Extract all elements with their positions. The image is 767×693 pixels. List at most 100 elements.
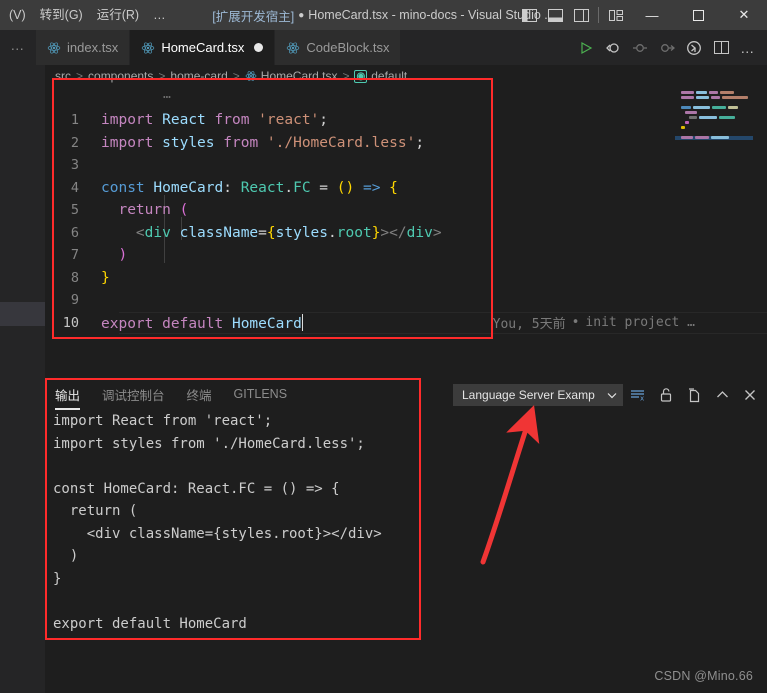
chevron-down-icon[interactable]: [607, 388, 617, 402]
breadcrumb-symbol[interactable]: default: [371, 69, 407, 83]
code-line[interactable]: 1 import React from 'react';: [45, 109, 767, 132]
maximize-panel-icon[interactable]: [709, 383, 735, 407]
titlebar-controls: — ✕: [516, 0, 767, 30]
line-text: <div className={styles.root}></div>: [135, 224, 442, 241]
code-line[interactable]: 6 <div className={styles.root}></div>: [45, 222, 767, 245]
code-line[interactable]: 3: [45, 154, 767, 177]
side-strip-highlight[interactable]: [0, 302, 45, 326]
panel-tab-gitlens[interactable]: GITLENS: [234, 387, 288, 407]
breadcrumb-separator: >: [76, 69, 84, 83]
line-text: const HomeCard: React.FC = () => {: [101, 179, 398, 196]
breadcrumb-separator: >: [158, 69, 166, 83]
menu-item-more[interactable]: …: [146, 4, 174, 26]
react-file-icon: [245, 71, 257, 81]
text-cursor: [301, 313, 304, 331]
breadcrumb-separator: >: [232, 69, 240, 83]
code-viewport[interactable]: … 1 import React from 'react'; 2 import …: [45, 87, 767, 365]
line-number: 1: [70, 112, 79, 129]
line-number: 3: [70, 157, 79, 174]
unlock-scroll-icon[interactable]: [653, 383, 679, 407]
editor-tab-label: HomeCard.tsx: [161, 40, 245, 55]
folded-region-ellipsis[interactable]: …: [163, 87, 172, 102]
unsaved-indicator-icon[interactable]: [254, 43, 264, 52]
symbol-variable-icon: ◉: [354, 69, 368, 83]
output-channel-select[interactable]: Language Server Examp: [453, 384, 623, 406]
react-file-icon: [142, 41, 155, 54]
titlebar-divider: [598, 7, 599, 23]
step-into-icon[interactable]: [654, 33, 680, 63]
breadcrumb-src[interactable]: src: [55, 69, 71, 83]
editor-scrollbar[interactable]: [753, 87, 767, 365]
side-strip: [0, 65, 45, 693]
vscode-window: (V) 转到(G) 运行(R) … [扩展开发宿主] ● HomeCard.ts…: [0, 0, 767, 693]
code-line-current[interactable]: 10 export default HomeCard You, 5天前 • in…: [45, 311, 767, 334]
close-window-button[interactable]: ✕: [721, 0, 767, 30]
editor-tab-bar: … index.tsx HomeCard.tsx CodeBlock.tsx …: [0, 30, 767, 65]
toggle-primary-sidebar-icon[interactable]: [516, 0, 542, 30]
menu-item-run[interactable]: 运行(R): [90, 4, 146, 26]
line-text: ): [118, 247, 128, 264]
line-number: 5: [70, 202, 79, 219]
open-in-editor-icon[interactable]: [681, 383, 707, 407]
more-actions-icon[interactable]: …: [735, 33, 761, 63]
line-text: return (: [118, 202, 189, 219]
panel-actions: Language Server Examp x: [453, 382, 763, 408]
code-line[interactable]: 8 }: [45, 267, 767, 290]
code-line[interactable]: 7 ): [45, 244, 767, 267]
output-content[interactable]: import React from 'react'; import styles…: [53, 410, 753, 638]
line-number: 7: [70, 247, 79, 264]
run-and-debug-icon[interactable]: [681, 33, 707, 63]
split-editor-icon[interactable]: [708, 33, 734, 63]
toggle-panel-icon[interactable]: [542, 0, 568, 30]
minimize-button[interactable]: —: [629, 0, 675, 30]
line-text: import styles from './HomeCard.less';: [101, 134, 425, 151]
line-number: 4: [70, 179, 79, 196]
breadcrumb-home-card[interactable]: home-card: [170, 69, 227, 83]
clear-output-icon[interactable]: x: [625, 383, 651, 407]
editor-tab-index[interactable]: index.tsx: [36, 30, 131, 65]
title-bar: (V) 转到(G) 运行(R) … [扩展开发宿主] ● HomeCard.ts…: [0, 0, 767, 30]
toggle-secondary-sidebar-icon[interactable]: [568, 0, 594, 30]
menu-item-view[interactable]: (V): [2, 4, 33, 26]
breadcrumb: src > components > home-card > HomeCard.…: [55, 65, 407, 87]
panel-tab-terminal[interactable]: 终端: [187, 385, 212, 410]
close-panel-icon[interactable]: [737, 383, 763, 407]
step-over-icon[interactable]: [627, 33, 653, 63]
title-dirty-dot: ●: [298, 9, 305, 21]
maximize-button[interactable]: [675, 0, 721, 30]
tabs-overflow-icon[interactable]: …: [0, 30, 36, 65]
output-channel-label: Language Server Examp: [462, 388, 595, 402]
react-file-icon: [47, 41, 61, 54]
code-line[interactable]: 2 import styles from './HomeCard.less';: [45, 132, 767, 155]
code-line[interactable]: 4 const HomeCard: React.FC = () => {: [45, 177, 767, 200]
line-text: export default HomeCard: [101, 313, 304, 332]
debug-restart-icon[interactable]: [600, 33, 626, 63]
panel-tab-output[interactable]: 输出: [55, 385, 81, 410]
breadcrumb-components[interactable]: components: [88, 69, 153, 83]
editor-tab-homecard[interactable]: HomeCard.tsx: [130, 30, 276, 65]
minimap[interactable]: [675, 91, 753, 151]
line-text: }: [101, 269, 110, 286]
panel-tab-debug-console[interactable]: 调试控制台: [102, 385, 165, 410]
extension-host-badge: [扩展开发宿主]: [212, 9, 295, 24]
run-icon[interactable]: [573, 33, 599, 63]
line-text: import React from 'react';: [101, 112, 329, 129]
line-number: 2: [70, 134, 79, 151]
code-line[interactable]: 9: [45, 289, 767, 312]
customize-layout-icon[interactable]: [603, 0, 629, 30]
editor-tab-label: index.tsx: [67, 40, 119, 55]
bottom-panel: 输出 调试控制台 终端 GITLENS Language Server Exam…: [45, 378, 767, 640]
editor: src > components > home-card > HomeCard.…: [45, 65, 767, 365]
editor-tab-codeblock[interactable]: CodeBlock.tsx: [275, 30, 402, 65]
panel-tab-list: 输出 调试控制台 终端 GITLENS: [55, 381, 287, 413]
editor-actions: …: [573, 30, 767, 65]
svg-text:x: x: [640, 395, 644, 403]
breadcrumb-file[interactable]: HomeCard.tsx: [261, 69, 338, 83]
watermark: CSDN @Mino.66: [654, 669, 753, 683]
editor-tab-label: CodeBlock.tsx: [306, 40, 390, 55]
react-file-icon: [287, 41, 300, 54]
line-number: 10: [62, 314, 79, 331]
menu-item-goto[interactable]: 转到(G): [33, 4, 90, 26]
code-line[interactable]: 5 return (: [45, 199, 767, 222]
line-number: 9: [70, 292, 79, 309]
